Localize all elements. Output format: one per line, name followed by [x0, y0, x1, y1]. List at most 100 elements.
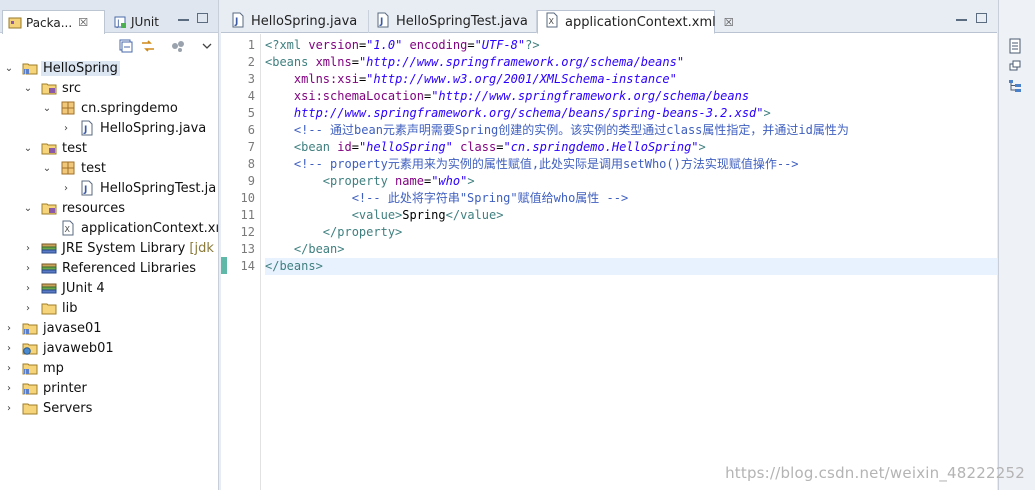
chevron-right-icon[interactable]: › — [23, 303, 33, 314]
chevron-right-icon[interactable]: › — [4, 343, 14, 354]
tree-item[interactable]: › Jmp — [0, 358, 218, 378]
collapse-all-icon[interactable] — [118, 38, 134, 54]
svg-text:J: J — [24, 390, 26, 396]
code-token: <?xml — [265, 38, 309, 52]
code-line[interactable]: xmlns:xsi="http://www.w3.org/2001/XMLSch… — [265, 71, 997, 88]
close-icon[interactable]: ☒ — [724, 16, 734, 29]
task-list-icon[interactable] — [1007, 38, 1023, 54]
tree-item[interactable]: XapplicationContext.xı — [0, 218, 219, 238]
tree-item-label: JUnit 4 — [62, 280, 105, 296]
chevron-right-icon[interactable]: › — [4, 323, 14, 334]
code-token: "cn.springdemo.HelloSpring" — [503, 140, 699, 154]
code-token: </beans> — [265, 259, 323, 273]
line-number: 10 — [240, 191, 255, 205]
library-icon — [41, 280, 57, 296]
restore-icon[interactable] — [1007, 58, 1023, 74]
chevron-down-icon[interactable]: ⌄ — [42, 103, 52, 114]
tree-item[interactable]: › Jjavase01 — [0, 318, 218, 338]
chevron-right-icon[interactable]: › — [61, 123, 71, 134]
code-editor[interactable]: 1 2 3 4 5 6 7 8 9 10 11 12 13 14 <?xml version="1.0" … — [221, 34, 997, 490]
code-token: = — [351, 55, 359, 69]
chevron-down-icon[interactable]: ⌄ — [42, 163, 52, 174]
outline-icon[interactable] — [1007, 78, 1023, 94]
tab-package-explorer[interactable]: Packa... ☒ — [2, 10, 105, 34]
code-token: "helloSpring" — [358, 140, 453, 154]
tree-item[interactable]: › J HelloSpring.java — [0, 118, 218, 138]
code-line[interactable]: <property name="who"> — [265, 173, 997, 190]
code-line[interactable]: <!-- property元素用来为实例的属性赋值,此处实际是调用setWho(… — [265, 156, 997, 173]
code-line[interactable]: <!-- 此处将字符串"Spring"赋值给who属性 --> — [265, 190, 997, 207]
xml-file-icon: X — [60, 220, 76, 236]
chevron-right-icon[interactable]: › — [23, 283, 33, 294]
project-icon: J — [22, 360, 38, 376]
tree-item[interactable]: › J HelloSpringTest.ja — [0, 178, 218, 198]
java-file-icon: J — [375, 12, 391, 32]
svg-text:J: J — [83, 185, 87, 195]
minimize-button[interactable] — [178, 13, 192, 27]
code-token: ?> — [525, 38, 540, 52]
chevron-right-icon[interactable]: › — [4, 403, 14, 414]
chevron-right-icon[interactable]: › — [23, 263, 33, 274]
code-token: Spring — [402, 208, 446, 222]
tree-item-label: JRE System Library [jdk — [62, 240, 214, 256]
code-line[interactable]: xsi:schemaLocation="http://www.springfra… — [265, 88, 997, 105]
tab-hellospring-java[interactable]: J HelloSpring.java — [224, 10, 369, 33]
focus-icon[interactable] — [170, 38, 186, 54]
code-token: <!-- 此处将字符串"Spring"赋值给who属性 --> — [265, 191, 629, 205]
line-number: 3 — [247, 72, 255, 86]
code-token: "http://www.springframework.org/schema/b… — [431, 89, 750, 103]
code-line[interactable]: <beans xmlns="http://www.springframework… — [265, 54, 997, 71]
tab-applicationcontext-xml[interactable]: X applicationContext.xml ☒ — [537, 10, 734, 34]
tree-item[interactable]: ⌄ cn.springdemo — [0, 98, 218, 118]
tree-item[interactable]: › lib — [0, 298, 218, 318]
code-text[interactable]: <?xml version="1.0" encoding="UTF-8"?> <b… — [265, 34, 997, 490]
chevron-right-icon[interactable]: › — [61, 183, 71, 194]
tree-item[interactable]: ⌄ test — [0, 158, 218, 178]
tree-item[interactable]: › JUnit 4 — [0, 278, 218, 298]
code-line[interactable]: <value>Spring</value> — [265, 207, 997, 224]
tab-junit[interactable]: J JUnit — [108, 10, 168, 33]
chevron-right-icon[interactable]: › — [23, 243, 33, 254]
tree-item[interactable]: ⌄ resources — [0, 198, 218, 218]
maximize-button[interactable] — [976, 13, 990, 27]
tree-item[interactable]: › Jprinter — [0, 378, 218, 398]
project-icon: J — [22, 60, 38, 76]
chevron-right-icon[interactable]: › — [4, 383, 14, 394]
watermark-url: https://blog.csdn.net/weixin_48222252 — [725, 464, 1025, 482]
code-line[interactable]: <?xml version="1.0" encoding="UTF-8"?> — [265, 37, 997, 54]
chevron-right-icon[interactable]: › — [4, 363, 14, 374]
link-with-editor-icon[interactable] — [140, 38, 156, 54]
maximize-button[interactable] — [197, 13, 211, 27]
library-icon — [41, 260, 57, 276]
chevron-down-icon[interactable]: ⌄ — [4, 63, 14, 74]
tree-item[interactable]: › javaweb01 — [0, 338, 218, 358]
tree-item[interactable]: › Referenced Libraries — [0, 258, 218, 278]
tree-item[interactable]: ⌄ src — [0, 78, 218, 98]
code-line[interactable]: </property> — [265, 224, 997, 241]
code-line[interactable]: <bean id="helloSpring" class="cn.springd… — [265, 139, 997, 156]
tab-hellospringtest-java[interactable]: J HelloSpringTest.java — [369, 10, 537, 33]
source-folder-icon — [41, 80, 57, 96]
code-token: <beans — [265, 55, 316, 69]
chevron-down-icon[interactable]: ⌄ — [23, 83, 33, 94]
code-line[interactable]: </bean> — [265, 241, 997, 258]
tree-item[interactable]: › Servers — [0, 398, 218, 418]
tab-label: HelloSpring.java — [251, 14, 358, 29]
code-token: <property — [322, 174, 396, 188]
tree-item-label: lib — [62, 300, 78, 316]
close-icon[interactable]: ☒ — [78, 16, 88, 29]
code-token: </value> — [445, 208, 504, 222]
minimize-button[interactable] — [956, 13, 970, 27]
chevron-down-icon[interactable]: ⌄ — [23, 143, 33, 154]
code-line[interactable]: <!-- 通过bean元素声明需要Spring创建的实例。该实例的类型通过cla… — [265, 122, 997, 139]
svg-text:J: J — [24, 370, 26, 376]
code-line[interactable]: </beans> — [265, 258, 997, 275]
view-menu-chevron-down-icon[interactable] — [199, 38, 215, 54]
code-line[interactable]: http://www.springframework.org/schema/be… — [265, 105, 997, 122]
chevron-down-icon[interactable]: ⌄ — [23, 203, 33, 214]
tree-item[interactable]: › JRE System Library [jdk — [0, 238, 218, 258]
tree-item[interactable]: ⌄ J HelloSpring — [0, 58, 218, 78]
tree-item[interactable]: ⌄ test — [0, 138, 218, 158]
svg-text:J: J — [116, 19, 120, 29]
